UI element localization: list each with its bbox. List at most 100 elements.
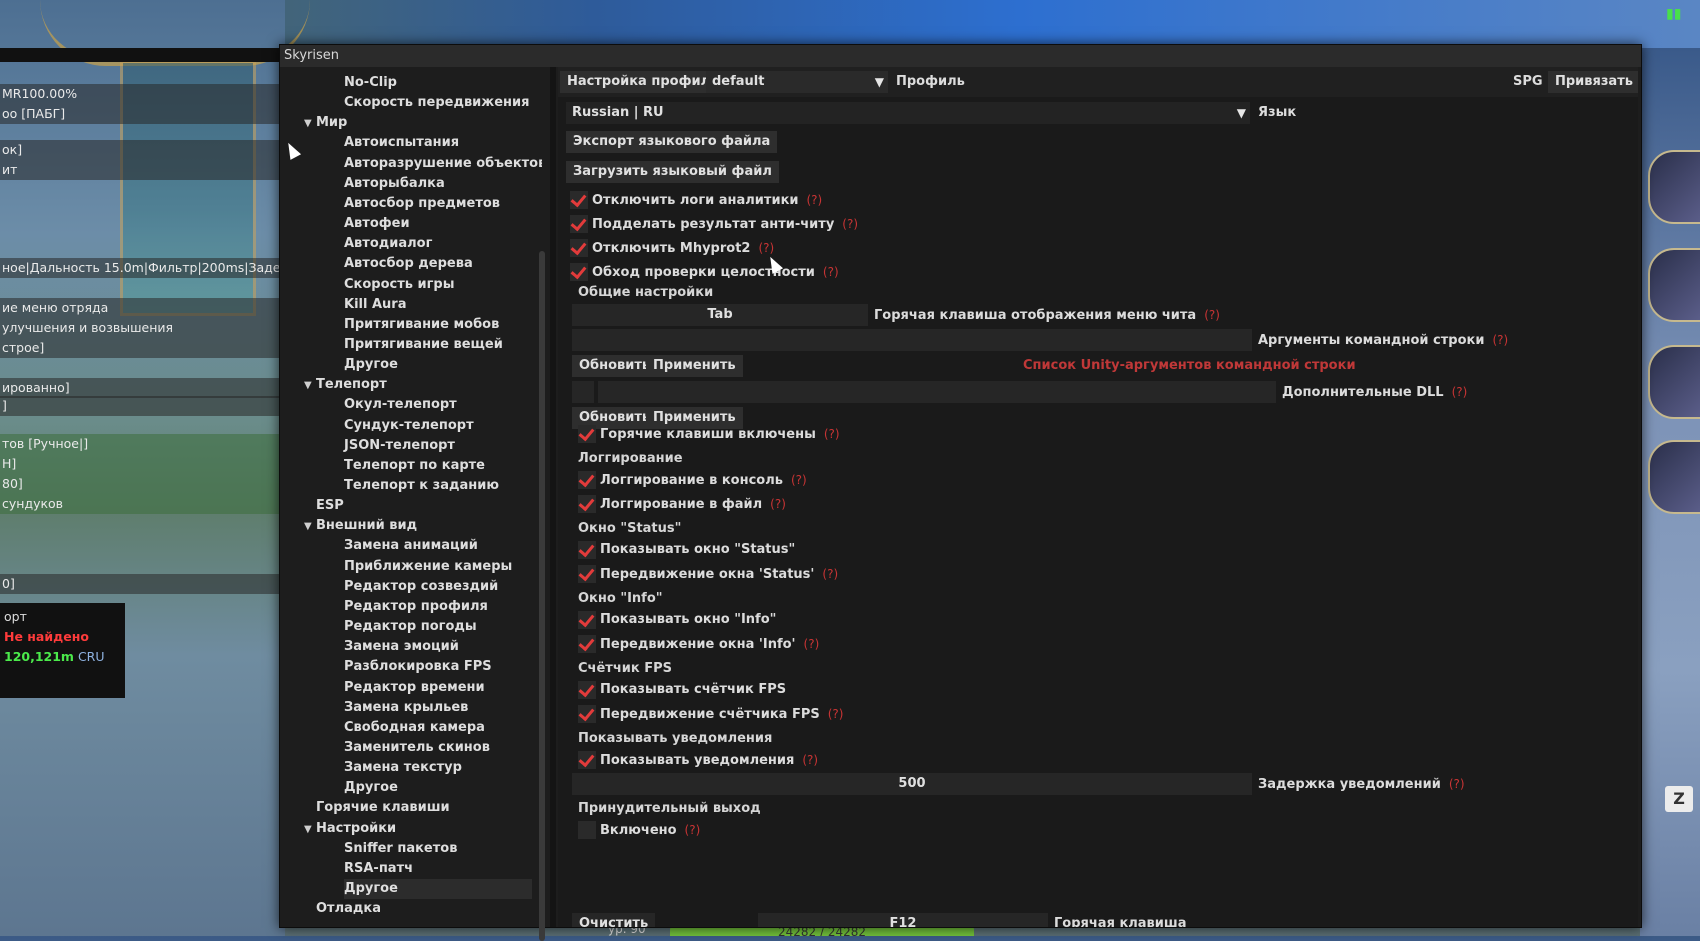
help-icon[interactable]: (?) bbox=[804, 637, 820, 651]
tree-item[interactable]: Отладка bbox=[304, 899, 532, 919]
window-titlebar[interactable]: Skyrisen bbox=[280, 45, 1641, 67]
tree-item[interactable]: Автосбор дерева bbox=[344, 254, 532, 274]
expand-arrow-icon[interactable]: ▼ bbox=[304, 114, 316, 134]
checkbox[interactable] bbox=[570, 239, 588, 257]
help-icon[interactable]: (?) bbox=[1452, 385, 1468, 399]
tree-item[interactable]: Редактор профиля bbox=[344, 597, 532, 617]
tree-item[interactable]: Kill Aura bbox=[344, 295, 532, 315]
checkbox[interactable] bbox=[578, 611, 596, 629]
party-member-avatar[interactable] bbox=[1648, 248, 1700, 322]
dll-add-box[interactable] bbox=[572, 381, 594, 403]
tree-item[interactable]: Автофеи bbox=[344, 214, 532, 234]
tree-item[interactable]: JSON-телепорт bbox=[344, 436, 532, 456]
party-member-avatar[interactable] bbox=[1648, 150, 1700, 224]
checkbox[interactable] bbox=[578, 681, 596, 699]
tree-item[interactable]: Автоиспытания bbox=[344, 133, 532, 153]
extra-dll-input[interactable] bbox=[598, 381, 1276, 403]
tree-item[interactable]: Замена крыльев bbox=[344, 698, 532, 718]
clear-button[interactable]: Очистить bbox=[572, 913, 656, 927]
help-icon[interactable]: (?) bbox=[807, 193, 823, 207]
help-icon[interactable]: (?) bbox=[685, 823, 701, 837]
checkbox[interactable] bbox=[578, 471, 596, 489]
tree-item[interactable]: Замена эмоций bbox=[344, 637, 532, 657]
tree-item[interactable]: Сундук-телепорт bbox=[344, 416, 532, 436]
checkbox[interactable] bbox=[578, 635, 596, 653]
tree-item[interactable]: RSA-патч bbox=[344, 859, 532, 879]
load-language-button[interactable]: Загрузить языковый файл bbox=[566, 161, 779, 183]
command-line-args-input[interactable] bbox=[572, 329, 1252, 351]
bind-button[interactable]: Привязать bbox=[1548, 71, 1638, 93]
tree-item[interactable]: ▼ Внешний вид bbox=[304, 516, 532, 536]
help-icon[interactable]: (?) bbox=[822, 567, 838, 581]
unity-args-link[interactable]: Список Unity-аргументов командной строки bbox=[1023, 355, 1356, 377]
tree-item[interactable]: Притягивание мобов bbox=[344, 315, 532, 335]
party-member-avatar[interactable] bbox=[1648, 345, 1700, 419]
tree-item[interactable]: ▼ Мир bbox=[304, 113, 532, 133]
tree-item[interactable]: Заменитель скинов bbox=[344, 738, 532, 758]
party-member-avatar[interactable] bbox=[1648, 440, 1700, 514]
checkbox[interactable] bbox=[578, 541, 596, 559]
panel-divider[interactable] bbox=[550, 67, 556, 927]
force-exit-hotkey-field[interactable]: F12 bbox=[758, 913, 1048, 927]
tree-item[interactable]: Другое bbox=[344, 355, 532, 375]
tree-item[interactable]: ▼ Телепорт bbox=[304, 375, 532, 395]
tree-item[interactable]: No-Clip bbox=[344, 73, 532, 93]
expand-arrow-icon[interactable]: ▼ bbox=[304, 376, 316, 396]
help-icon[interactable]: (?) bbox=[1492, 333, 1508, 347]
expand-arrow-icon[interactable]: ▼ bbox=[304, 517, 316, 537]
help-icon[interactable]: (?) bbox=[1449, 777, 1465, 791]
help-icon[interactable]: (?) bbox=[802, 753, 818, 767]
tree-item[interactable]: Авторыбалка bbox=[344, 174, 532, 194]
checkbox[interactable] bbox=[578, 705, 596, 723]
tree-item[interactable]: Другое bbox=[344, 778, 532, 798]
tree-item[interactable]: Горячие клавиши bbox=[304, 798, 532, 818]
language-select[interactable]: Russian | RU ▼ bbox=[566, 102, 1250, 124]
help-icon[interactable]: (?) bbox=[791, 473, 807, 487]
tree-item[interactable]: Автодиалог bbox=[344, 234, 532, 254]
tree-item[interactable]: ▼ Настройки bbox=[304, 819, 532, 839]
tree-item[interactable]: Редактор созвездий bbox=[344, 577, 532, 597]
args-apply-button[interactable]: Применить bbox=[646, 355, 743, 377]
help-icon[interactable]: (?) bbox=[823, 265, 839, 279]
tree-item[interactable]: Замена анимаций bbox=[344, 536, 532, 556]
tree-item[interactable]: Телепорт по карте bbox=[344, 456, 532, 476]
tree-item[interactable]: Автосбор предметов bbox=[344, 194, 532, 214]
checkbox[interactable] bbox=[578, 751, 596, 769]
export-language-button[interactable]: Экспорт языкового файла bbox=[566, 131, 778, 153]
help-icon[interactable]: (?) bbox=[842, 217, 858, 231]
help-icon[interactable]: (?) bbox=[1204, 308, 1220, 322]
tree-scrollbar[interactable] bbox=[539, 251, 545, 941]
help-icon[interactable]: (?) bbox=[824, 427, 840, 441]
tree-item[interactable]: Свободная камера bbox=[344, 718, 532, 738]
checkbox[interactable] bbox=[578, 495, 596, 513]
checkbox[interactable] bbox=[578, 425, 596, 443]
hud-row: улучшения и возвышения bbox=[0, 318, 280, 338]
tree-item[interactable]: ESP bbox=[304, 496, 532, 516]
help-icon[interactable]: (?) bbox=[828, 707, 844, 721]
checkbox[interactable] bbox=[578, 565, 596, 583]
tree-item[interactable]: Окул-телепорт bbox=[344, 395, 532, 415]
tree-item[interactable]: Редактор погоды bbox=[344, 617, 532, 637]
tree-item[interactable]: Авторазрушение объектов bbox=[344, 154, 542, 174]
help-icon[interactable]: (?) bbox=[770, 497, 786, 511]
tree-item[interactable]: Замена текстур bbox=[344, 758, 532, 778]
checkbox[interactable] bbox=[578, 821, 596, 839]
help-icon[interactable]: (?) bbox=[758, 241, 774, 255]
checkbox[interactable] bbox=[570, 191, 588, 209]
tree-item[interactable]: Редактор времени bbox=[344, 678, 532, 698]
tree-item[interactable]: Притягивание вещей bbox=[344, 335, 532, 355]
expand-arrow-icon[interactable]: ▼ bbox=[304, 820, 316, 840]
tree-item[interactable]: Sniffer пакетов bbox=[344, 839, 532, 859]
tree-item[interactable]: Другое bbox=[344, 879, 532, 899]
tree-item[interactable]: Скорость передвижения bbox=[344, 93, 532, 113]
checkbox[interactable] bbox=[570, 263, 588, 281]
tree-item[interactable]: Приближение камеры bbox=[344, 557, 532, 577]
args-refresh-button[interactable]: Обновить bbox=[572, 355, 658, 377]
checkbox[interactable] bbox=[570, 215, 588, 233]
notification-delay-slider[interactable]: 500 bbox=[572, 773, 1252, 795]
tree-item[interactable]: Разблокировка FPS bbox=[344, 657, 532, 677]
menu-hotkey-field[interactable]: Tab bbox=[572, 304, 868, 326]
tree-item[interactable]: Скорость игры bbox=[344, 275, 532, 295]
profile-select[interactable]: default ▼ bbox=[706, 71, 888, 93]
tree-item[interactable]: Телепорт к заданию bbox=[344, 476, 532, 496]
